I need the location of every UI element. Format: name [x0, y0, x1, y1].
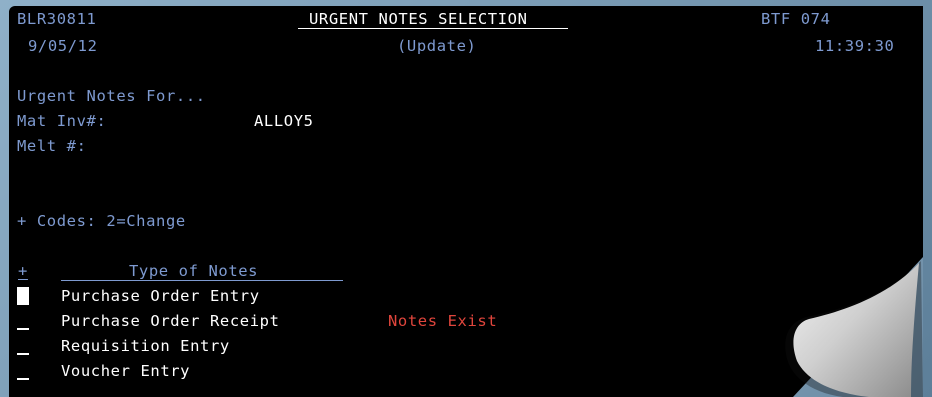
date: 9/05/12 — [28, 37, 98, 55]
option-input-4[interactable] — [17, 362, 29, 380]
terminal-screen: BLR30811 URGENT NOTES SELECTION BTF 074 … — [9, 6, 923, 397]
window-frame: BLR30811 URGENT NOTES SELECTION BTF 074 … — [0, 0, 932, 397]
note-type-2: Purchase Order Receipt — [61, 312, 280, 330]
section-heading: Urgent Notes For... — [17, 87, 206, 105]
type-header-underline — [61, 280, 343, 281]
page-curl-decoration — [785, 257, 923, 397]
melt-label: Melt #: — [17, 137, 87, 155]
device-id: BTF 074 — [761, 10, 831, 28]
mode-label: (Update) — [397, 37, 477, 55]
opt-column-header: + — [18, 262, 28, 280]
mat-inv-label: Mat Inv#: — [17, 112, 107, 130]
codes-legend: + Codes: 2=Change — [17, 212, 186, 230]
mat-inv-value: ALLOY5 — [254, 112, 314, 130]
option-input-3[interactable] — [17, 337, 29, 355]
option-input-1[interactable] — [17, 287, 29, 305]
type-column-header: Type of Notes — [129, 262, 259, 280]
screen-title: URGENT NOTES SELECTION — [309, 10, 528, 28]
note-type-4: Voucher Entry — [61, 362, 191, 380]
program-id: BLR30811 — [17, 10, 97, 28]
note-type-1: Purchase Order Entry — [61, 287, 260, 305]
notes-exist-indicator: Notes Exist — [388, 312, 498, 330]
option-input-2[interactable] — [17, 312, 29, 330]
title-underline — [298, 28, 568, 29]
note-type-3: Requisition Entry — [61, 337, 230, 355]
time: 11:39:30 — [815, 37, 895, 55]
